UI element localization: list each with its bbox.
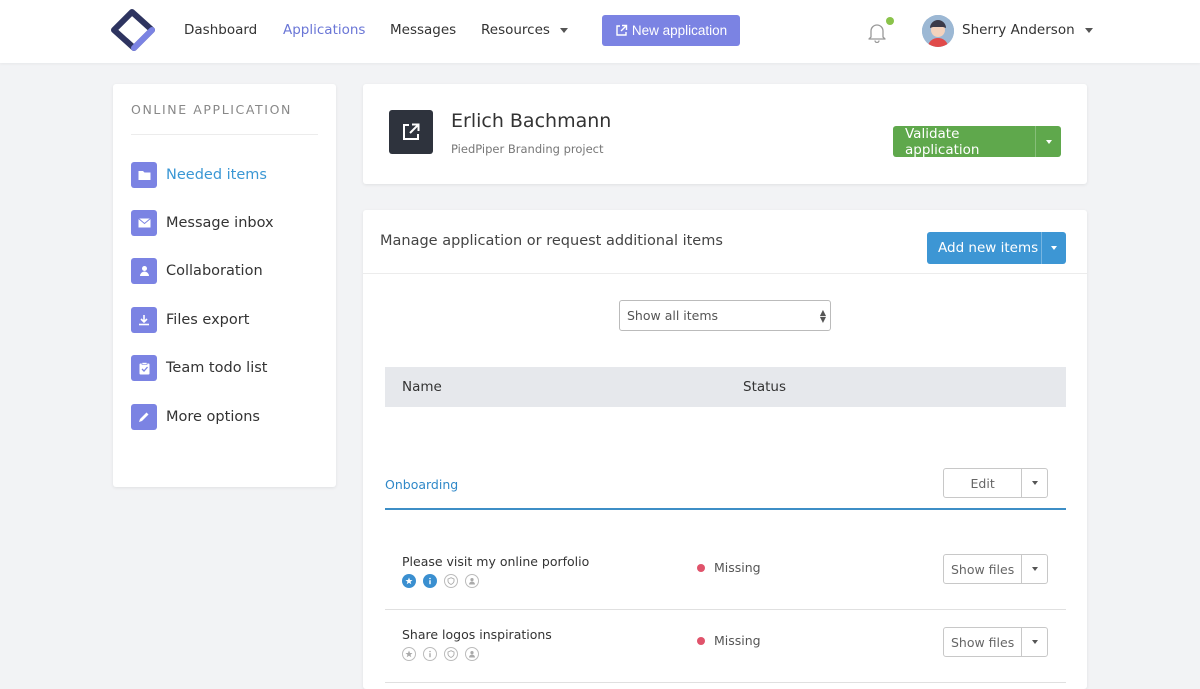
edit-button[interactable]: Edit xyxy=(943,468,1048,498)
status-indicator xyxy=(697,564,705,572)
select-arrows-icon: ▲ ▼ xyxy=(819,308,826,324)
star-icon[interactable] xyxy=(402,574,416,588)
filter-select-value: Show all items xyxy=(627,308,719,323)
validate-application-label: Validate application xyxy=(905,125,980,158)
sidebar-item-collaboration[interactable]: Collaboration xyxy=(131,257,263,285)
chevron-down-icon xyxy=(1031,567,1038,571)
folder-icon xyxy=(131,162,157,188)
download-icon xyxy=(131,307,157,333)
top-navbar: Dashboard Applications Messages Resource… xyxy=(0,0,1200,63)
filter-select[interactable]: Show all items ▲ ▼ xyxy=(619,300,831,331)
new-application-button[interactable]: New application xyxy=(602,15,740,46)
section-divider xyxy=(385,508,1066,510)
user-avatar-icon xyxy=(922,15,954,47)
user-icon[interactable] xyxy=(465,647,479,661)
sidebar-item-label: Team todo list xyxy=(166,360,268,376)
divider xyxy=(385,682,1066,683)
sidebar: ONLINE APPLICATION Needed items Message … xyxy=(113,84,336,487)
sidebar-item-message-inbox[interactable]: Message inbox xyxy=(131,209,274,237)
shield-icon[interactable] xyxy=(444,574,458,588)
divider xyxy=(363,273,1087,274)
add-new-items-button[interactable]: Add new items xyxy=(927,232,1066,264)
star-icon[interactable] xyxy=(402,647,416,661)
nav-applications[interactable]: Applications xyxy=(283,22,365,38)
logo-icon[interactable] xyxy=(108,8,158,54)
status-indicator xyxy=(697,637,705,645)
sidebar-item-files-export[interactable]: Files export xyxy=(131,306,249,334)
external-link-icon[interactable] xyxy=(389,110,433,154)
show-files-label: Show files xyxy=(944,555,1023,583)
nav-dashboard[interactable]: Dashboard xyxy=(184,22,257,38)
pencil-icon xyxy=(131,404,157,430)
sidebar-item-label: More options xyxy=(166,409,260,425)
sidebar-item-label: Collaboration xyxy=(166,263,263,279)
sidebar-item-more-options[interactable]: More options xyxy=(131,403,260,431)
nav-resources-label: Resources xyxy=(481,22,550,38)
show-files-dropdown-toggle[interactable] xyxy=(1022,555,1047,583)
sidebar-item-label: Message inbox xyxy=(166,215,274,231)
info-icon[interactable] xyxy=(423,647,437,661)
applicant-name: Erlich Bachmann xyxy=(451,110,612,132)
chevron-down-icon xyxy=(1051,246,1057,250)
column-header-name[interactable]: Name xyxy=(402,379,442,395)
validate-dropdown-toggle[interactable] xyxy=(1035,126,1061,157)
sidebar-item-label: Files export xyxy=(166,312,250,328)
sidebar-title: ONLINE APPLICATION xyxy=(131,102,292,117)
users-icon xyxy=(131,258,157,284)
chevron-down-icon xyxy=(1045,139,1052,144)
bell-icon[interactable] xyxy=(866,21,888,43)
show-files-label: Show files xyxy=(944,628,1023,656)
manage-items-card: Manage application or request additional… xyxy=(363,210,1087,689)
table-row: Share logos inspirations Missing Show fi… xyxy=(385,610,1066,683)
application-header-card: Erlich Bachmann PiedPiper Branding proje… xyxy=(363,84,1087,184)
status-text: Missing xyxy=(714,560,761,575)
notification-dot xyxy=(886,17,894,25)
user-name: Sherry Anderson xyxy=(962,22,1075,38)
item-title: Please visit my online porfolio xyxy=(402,554,590,569)
column-header-status[interactable]: Status xyxy=(743,379,786,395)
chevron-down-icon xyxy=(1031,640,1038,644)
chevron-down-icon xyxy=(1084,27,1093,33)
nav-messages[interactable]: Messages xyxy=(390,22,456,38)
show-files-dropdown-toggle[interactable] xyxy=(1022,628,1047,656)
table-header: Name Status xyxy=(385,367,1066,407)
nav-resources[interactable]: Resources xyxy=(481,22,568,38)
add-items-dropdown-toggle[interactable] xyxy=(1041,232,1066,264)
chevron-down-icon xyxy=(1031,481,1038,485)
divider xyxy=(131,134,318,135)
show-files-button[interactable]: Show files xyxy=(943,627,1048,657)
show-files-button[interactable]: Show files xyxy=(943,554,1048,584)
section-heading: Manage application or request additional… xyxy=(380,233,723,249)
status-text: Missing xyxy=(714,633,761,648)
item-icons xyxy=(402,574,479,588)
user-menu[interactable]: Sherry Anderson xyxy=(962,22,1093,38)
shield-icon[interactable] xyxy=(444,647,458,661)
sidebar-item-label: Needed items xyxy=(166,167,267,183)
sidebar-item-team-todo-list[interactable]: Team todo list xyxy=(131,354,267,382)
chevron-down-icon xyxy=(559,27,568,33)
edit-dropdown-toggle[interactable] xyxy=(1022,469,1047,497)
avatar[interactable] xyxy=(922,15,954,47)
section-onboarding[interactable]: Onboarding xyxy=(385,477,458,492)
clipboard-icon xyxy=(131,355,157,381)
table-row: Please visit my online porfolio Missing … xyxy=(385,537,1066,610)
envelope-icon xyxy=(131,210,157,236)
info-icon[interactable] xyxy=(423,574,437,588)
add-new-items-label: Add new items xyxy=(938,240,1039,256)
project-subtitle: PiedPiper Branding project xyxy=(451,142,604,156)
edit-label: Edit xyxy=(944,469,1023,497)
user-icon[interactable] xyxy=(465,574,479,588)
external-link-icon xyxy=(616,24,628,36)
validate-application-button[interactable]: Validate application xyxy=(893,125,1061,158)
new-application-label: New application xyxy=(631,23,728,38)
item-icons xyxy=(402,647,479,661)
item-title: Share logos inspirations xyxy=(402,627,552,642)
sidebar-item-needed-items[interactable]: Needed items xyxy=(131,161,267,189)
